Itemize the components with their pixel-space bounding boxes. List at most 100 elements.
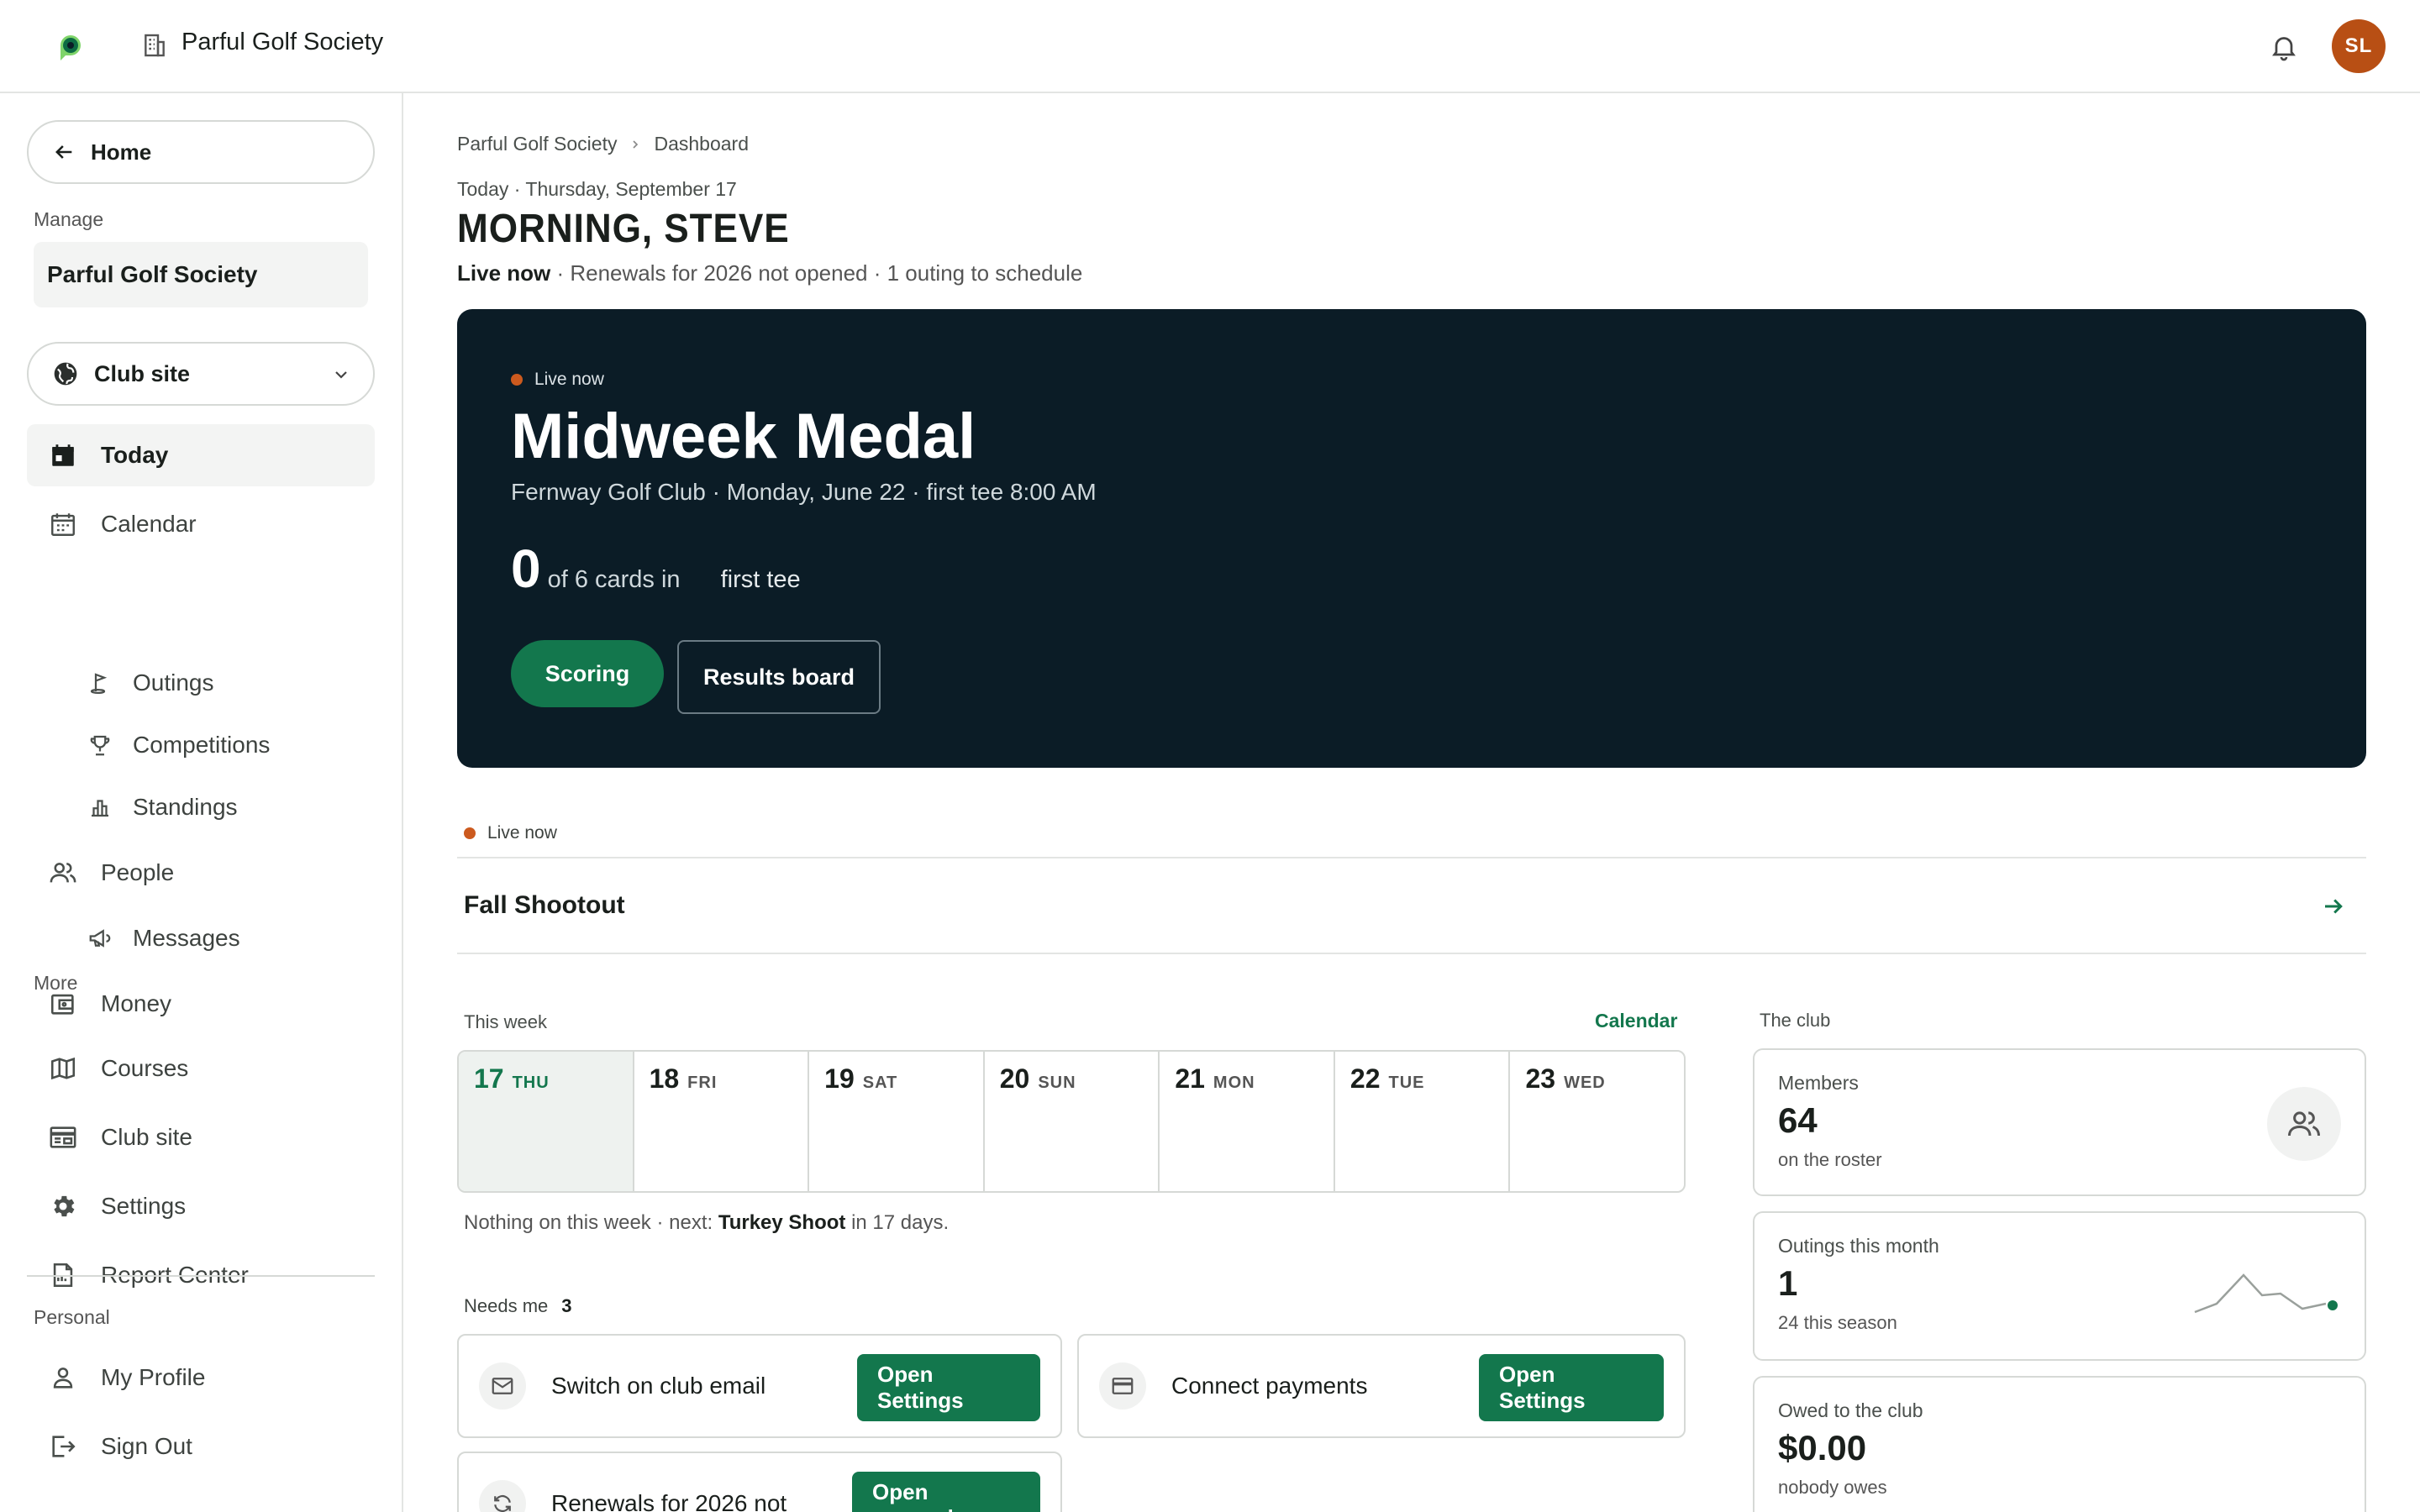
club-site-select[interactable]: Club site <box>27 342 375 406</box>
members-card[interactable]: Members 64 on the roster <box>1753 1048 2366 1196</box>
sidebar-item-standings[interactable]: Standings <box>27 776 375 838</box>
arrow-right-icon <box>2325 899 2343 914</box>
open-settings-button[interactable]: Open Settings <box>1479 1354 1664 1421</box>
stat-value: $0.00 <box>1778 1428 1867 1467</box>
week-strip: 17 THU 18 FRI 19 SAT 20 SUN 21 MON 22 TUE 23 WE… <box>457 1050 1686 1193</box>
web-icon <box>50 1126 76 1148</box>
sidebar-item-courses[interactable]: Courses <box>27 1037 375 1100</box>
day-cell[interactable]: 18 FRI <box>634 1052 810 1191</box>
day-of-week: WED <box>1564 1074 1606 1092</box>
owed-card[interactable]: Owed to the club $0.00 nobody owes <box>1753 1376 2366 1512</box>
status-live: Live now <box>457 260 551 286</box>
day-number: 18 <box>649 1063 680 1094</box>
personal-section-label: Personal <box>34 1306 110 1328</box>
breadcrumb-org[interactable]: Parful Golf Society <box>457 133 617 155</box>
sidebar-item-sign-out[interactable]: Sign Out <box>27 1415 375 1478</box>
sidebar-item-label: Settings <box>101 1193 187 1219</box>
sidebar-item-settings[interactable]: Settings <box>27 1175 375 1237</box>
note-pre: Nothing on this week · next: <box>464 1211 718 1234</box>
stat-value: 64 <box>1778 1100 1818 1140</box>
golf-flag-icon <box>90 673 108 694</box>
live-badge-secondary: Live now <box>464 823 557 843</box>
day-cell[interactable]: 19 SAT <box>809 1052 985 1191</box>
day-cell[interactable]: 20 SUN <box>985 1052 1160 1191</box>
day-cell[interactable]: 23 WED <box>1510 1052 1684 1191</box>
day-number: 20 <box>999 1063 1030 1094</box>
day-of-week: SAT <box>862 1074 898 1092</box>
sidebar-item-label: Courses <box>101 1055 189 1081</box>
cards-total-text: of 6 cards in <box>547 566 681 593</box>
live-label: Live now <box>487 823 557 843</box>
arrow-left-icon <box>55 145 72 159</box>
calendar-link[interactable]: Calendar <box>1595 1010 1677 1032</box>
outings-card[interactable]: Outings this month 1 24 this season <box>1753 1211 2366 1361</box>
scoring-button[interactable]: Scoring <box>511 640 664 707</box>
open-settings-button[interactable]: Open Settings <box>857 1354 1040 1421</box>
status-rest: · Renewals for 2026 not opened · 1 outin… <box>550 260 1083 286</box>
breadcrumb: Parful Golf Society Dashboard <box>457 133 749 155</box>
live-dot-icon <box>511 374 523 386</box>
cards-in-count: 0 of 6 cards in first tee <box>511 538 801 600</box>
sidebar-item-club-site[interactable]: Club site <box>27 1106 375 1168</box>
today-date: Today · Thursday, September 17 <box>457 178 737 200</box>
home-button[interactable]: Home <box>27 120 375 184</box>
note-post: in 17 days. <box>845 1211 950 1234</box>
needs-me-text: Needs me <box>464 1295 549 1316</box>
renew-icon <box>479 1480 526 1512</box>
day-cell[interactable]: 21 MON <box>1160 1052 1335 1191</box>
sidebar-item-calendar[interactable]: Calendar <box>27 493 375 555</box>
next-event-link[interactable]: Turkey Shoot <box>718 1211 846 1234</box>
sidebar-item-label: Club site <box>101 1124 192 1150</box>
avatar[interactable]: SL <box>2332 19 2386 73</box>
day-number: 23 <box>1525 1063 1556 1094</box>
stat-label: Members <box>1778 1072 1859 1094</box>
open-renewals-button[interactable]: Open renewals <box>852 1472 1040 1512</box>
task-card-payments: Connect payments Open Settings <box>1077 1334 1686 1438</box>
day-cell[interactable]: 17 THU <box>459 1052 634 1191</box>
globe-icon <box>54 362 77 386</box>
sidebar-item-today[interactable]: Today <box>27 424 375 486</box>
stat-sub: nobody owes <box>1778 1477 1887 1498</box>
results-board-button[interactable]: Results board <box>677 640 881 714</box>
sidebar-divider <box>27 1275 375 1277</box>
cards-in-value: 0 <box>511 538 541 599</box>
sidebar-item-label: Messages <box>133 925 240 951</box>
sidebar-item-label: Today <box>101 442 169 468</box>
day-of-week: FRI <box>687 1074 718 1092</box>
day-cell[interactable]: 22 TUE <box>1335 1052 1511 1191</box>
event-subtitle: Fernway Golf Club · Monday, June 22 · fi… <box>511 479 1097 505</box>
task-card-club-email: Switch on club email Open Settings <box>457 1334 1062 1438</box>
this-week-label: This week <box>464 1011 548 1032</box>
sidebar-item-label: Outings <box>133 669 214 696</box>
page-title: MORNING, STEVE <box>457 207 790 251</box>
breadcrumb-dashboard: Dashboard <box>654 133 749 155</box>
home-label: Home <box>91 139 152 165</box>
status-summary: Live now · Renewals for 2026 not opened … <box>457 260 1082 286</box>
day-of-week: SUN <box>1038 1074 1076 1092</box>
more-section-label: More <box>34 972 78 994</box>
day-of-week: THU <box>512 1074 550 1092</box>
sidebar-item-money[interactable]: Money <box>27 973 375 1035</box>
calendar-today-icon <box>52 444 74 466</box>
sidebar-item-label: Sign Out <box>101 1433 192 1459</box>
stat-sub: on the roster <box>1778 1149 1882 1170</box>
live-event-row[interactable]: Fall Shootout <box>457 857 2366 954</box>
sidebar-item-messages[interactable]: Messages <box>27 907 375 969</box>
day-of-week: TUE <box>1388 1074 1425 1092</box>
stat-label: Outings this month <box>1778 1235 1939 1257</box>
sparkline-icon <box>2194 1273 2338 1314</box>
sidebar-item-my-profile[interactable]: My Profile <box>27 1347 375 1409</box>
bell-icon[interactable] <box>2269 32 2299 62</box>
credit-card-icon <box>1099 1362 1146 1410</box>
sidebar-item-outings[interactable]: Outings <box>27 652 375 714</box>
map-icon <box>50 1057 76 1080</box>
sidebar-item-competitions[interactable]: Competitions <box>27 714 375 776</box>
building-icon <box>141 32 168 59</box>
sidebar: Home Manage Parful Golf Society Club sit… <box>0 93 403 1512</box>
trophy-icon <box>90 735 110 756</box>
org-name[interactable]: Parful Golf Society <box>182 29 383 56</box>
app-logo-icon[interactable] <box>54 30 87 64</box>
org-chip[interactable]: Parful Golf Society <box>34 242 368 307</box>
sidebar-item-label: Calendar <box>101 511 197 537</box>
sidebar-item-people[interactable]: People <box>27 842 375 904</box>
